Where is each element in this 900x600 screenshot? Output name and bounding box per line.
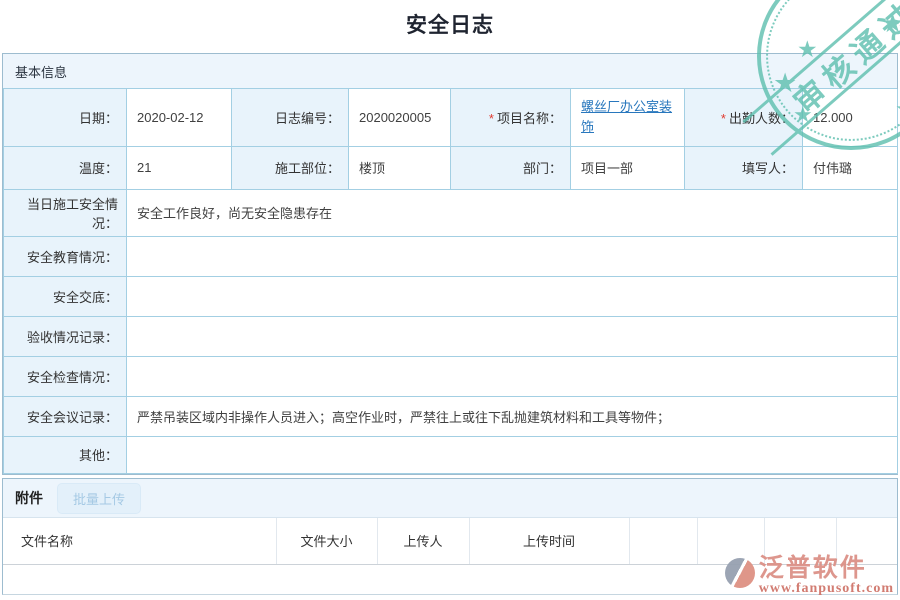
basic-info-section: 基本信息 日期： 2020-02-12 日志编号： 2020020005 *项目…	[2, 53, 898, 475]
field-label-safety-education: 安全教育情况：	[4, 236, 127, 276]
form-row-1: 日期： 2020-02-12 日志编号： 2020020005 *项目名称： 螺…	[4, 89, 898, 146]
form-row-safety-meeting: 安全会议记录： 严禁吊装区域内非操作人员进入；高空作业时，严禁往上或往下乱抛建筑…	[4, 396, 898, 436]
field-label-other: 其他：	[4, 436, 127, 473]
basic-info-table: 日期： 2020-02-12 日志编号： 2020020005 *项目名称： 螺…	[3, 89, 898, 474]
safety-log-page: 安全日志 ★ ★ ★ ★ ★ 审核通过 基本信息 日期： 2020-02-12	[0, 0, 900, 600]
field-value-log-number: 2020020005	[349, 89, 451, 146]
field-value-project-name: 螺丝厂办公室装饰	[571, 89, 685, 146]
field-label-temperature: 温度：	[4, 146, 127, 189]
column-header-file-name: 文件名称	[3, 518, 276, 564]
field-value-attendance: 12.000	[803, 89, 898, 146]
required-asterisk: *	[489, 111, 494, 126]
field-value-filled-by: 付伟璐	[803, 146, 898, 189]
form-row-acceptance-record: 验收情况记录：	[4, 316, 898, 356]
column-header-empty	[629, 518, 697, 564]
section-title: 基本信息	[15, 62, 67, 81]
fanpu-brand-name: 泛普软件	[759, 555, 894, 581]
attachments-title: 附件	[15, 488, 43, 508]
field-label-filled-by: 填写人：	[685, 146, 803, 189]
field-value-temperature: 21	[127, 146, 232, 189]
batch-upload-button[interactable]: 批量上传	[57, 483, 141, 514]
field-value-daily-safety: 安全工作良好，尚无安全隐患存在	[127, 189, 898, 236]
field-label-attendance: *出勤人数：	[685, 89, 803, 146]
field-value-safety-education	[127, 236, 898, 276]
field-label-safety-meeting: 安全会议记录：	[4, 396, 127, 436]
form-row-safety-status: 当日施工安全情况： 安全工作良好，尚无安全隐患存在	[4, 189, 898, 236]
field-label-department: 部门：	[451, 146, 571, 189]
project-name-link[interactable]: 螺丝厂办公室装饰	[581, 99, 672, 134]
field-label-date: 日期：	[4, 89, 127, 146]
field-value-acceptance-record	[127, 316, 898, 356]
field-value-date: 2020-02-12	[127, 89, 232, 146]
field-label-log-number: 日志编号：	[232, 89, 349, 146]
fanpu-logo-icon	[725, 558, 755, 588]
form-row-2: 温度： 21 施工部位： 楼顶 部门： 项目一部 填写人： 付伟璐	[4, 146, 898, 189]
field-value-safety-briefing	[127, 276, 898, 316]
field-label-safety-inspection: 安全检查情况：	[4, 356, 127, 396]
fanpu-website-url: www.fanpusoft.com	[759, 581, 894, 597]
section-header-basic-info: 基本信息	[3, 54, 897, 89]
field-label-daily-safety: 当日施工安全情况：	[4, 189, 127, 236]
form-row-safety-inspection: 安全检查情况：	[4, 356, 898, 396]
column-header-uploader: 上传人	[377, 518, 469, 564]
fanpu-logo: 泛普软件 www.fanpusoft.com	[725, 555, 894, 597]
field-label-safety-briefing: 安全交底：	[4, 276, 127, 316]
column-header-upload-time: 上传时间	[469, 518, 629, 564]
field-label-acceptance-record: 验收情况记录：	[4, 316, 127, 356]
attachments-header: 附件 批量上传	[3, 479, 897, 518]
fanpu-logo-text: 泛普软件 www.fanpusoft.com	[759, 555, 894, 597]
form-row-safety-briefing: 安全交底：	[4, 276, 898, 316]
field-value-safety-inspection	[127, 356, 898, 396]
field-value-department: 项目一部	[571, 146, 685, 189]
field-value-construction-part: 楼顶	[349, 146, 451, 189]
column-header-file-size: 文件大小	[276, 518, 377, 564]
field-value-other	[127, 436, 898, 473]
field-label-project-name: *项目名称：	[451, 89, 571, 146]
field-value-safety-meeting: 严禁吊装区域内非操作人员进入；高空作业时，严禁往上或往下乱抛建筑材料和工具等物件…	[127, 396, 898, 436]
required-asterisk: *	[721, 111, 726, 126]
field-label-construction-part: 施工部位：	[232, 146, 349, 189]
form-row-safety-education: 安全教育情况：	[4, 236, 898, 276]
form-row-other: 其他：	[4, 436, 898, 473]
page-title: 安全日志	[0, 0, 900, 39]
